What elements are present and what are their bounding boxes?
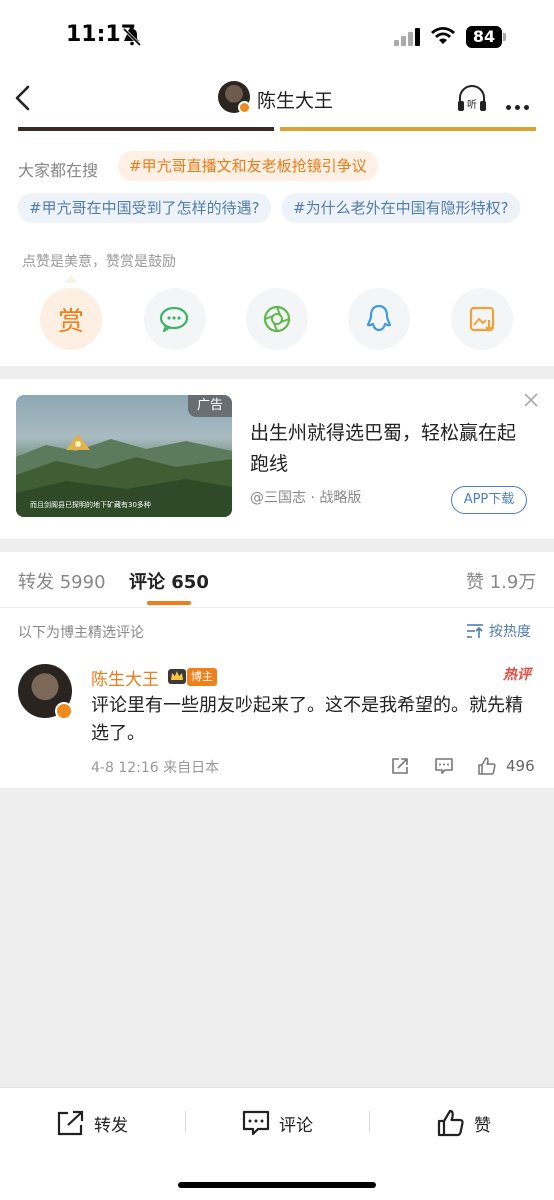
trending-tag[interactable]: #甲亢哥在中国受到了怎样的待遇?	[18, 193, 271, 223]
reward-caret	[64, 276, 78, 283]
repost-icon	[57, 1110, 84, 1136]
trending-tag-hot[interactable]: #甲亢哥直播文和友老板抢镜引争议	[118, 151, 378, 181]
repost-button[interactable]: 转发	[56, 1108, 128, 1138]
ad-badge: 广告	[188, 395, 232, 417]
share-wechat-button[interactable]	[144, 288, 206, 350]
ad-image-caption: 而且剑阁县已探明的地下矿藏有30多种	[30, 501, 151, 509]
more-options-icon[interactable]	[506, 95, 533, 114]
back-icon[interactable]	[12, 84, 36, 112]
battery-icon: 84	[466, 26, 502, 48]
share-icon[interactable]	[390, 756, 410, 776]
thumb-up-icon	[437, 1109, 464, 1137]
ad-source[interactable]: @三国志 · 战略版	[250, 487, 361, 507]
comment-author-name[interactable]: 陈生大王	[91, 665, 159, 690]
post-image-right[interactable]	[280, 127, 536, 131]
qq-icon	[366, 304, 392, 332]
comment-meta: 4-8 12:16 来自日本	[91, 760, 220, 776]
share-moments-button[interactable]	[246, 288, 308, 350]
comment-icon	[242, 1110, 270, 1136]
selected-comments-hint: 以下为博主精选评论	[18, 625, 144, 641]
home-indicator[interactable]	[178, 1182, 376, 1188]
tab-repost[interactable]: 转发 5990	[18, 568, 106, 594]
comment-button[interactable]: 评论	[241, 1108, 313, 1138]
reward-button[interactable]: 赏	[40, 288, 102, 350]
comment-text: 评论里有一些朋友吵起来了。这不是我希望的。就先精选了。	[91, 695, 523, 744]
signal-icon	[394, 27, 422, 46]
ad-game-logo	[66, 434, 90, 450]
trending-tag[interactable]: #为什么老外在中国有隐形特权?	[282, 193, 520, 223]
reply-icon[interactable]	[434, 756, 454, 776]
owner-badge: 博主	[187, 668, 217, 686]
save-image-button[interactable]	[451, 288, 513, 350]
battery-tip	[503, 33, 506, 41]
divider	[0, 607, 554, 608]
moments-icon	[263, 305, 291, 333]
nav-title[interactable]: 陈生大王	[257, 86, 333, 113]
hot-comment-badge: 热评	[503, 667, 531, 683]
verified-badge-icon	[55, 702, 73, 720]
tab-like[interactable]: 赞 1.9万	[466, 568, 536, 594]
verified-badge-icon	[238, 101, 251, 114]
trending-search-label: 大家都在搜	[18, 161, 99, 180]
repost-label: 转发	[94, 1115, 128, 1136]
reward-label: 赏	[57, 306, 84, 337]
divider	[369, 1111, 370, 1133]
post-image-left[interactable]	[18, 127, 274, 131]
thumb-up-icon[interactable]	[477, 756, 497, 776]
vip-crown-icon	[168, 669, 186, 684]
sort-icon[interactable]	[466, 623, 484, 639]
like-label: 赞	[474, 1115, 491, 1136]
comment-like-count: 496	[506, 757, 535, 775]
mute-bell-icon	[122, 27, 142, 47]
wechat-icon	[159, 306, 189, 333]
listen-headphones-icon[interactable]: 听	[456, 84, 488, 114]
divider	[185, 1111, 186, 1133]
like-button[interactable]: 赞	[436, 1108, 491, 1138]
ad-download-button[interactable]: APP下载	[451, 486, 527, 514]
close-icon[interactable]	[523, 392, 539, 408]
svg-text:听: 听	[467, 99, 477, 111]
wifi-icon	[431, 27, 455, 44]
tab-active-indicator	[147, 601, 191, 605]
ad-title[interactable]: 出生州就得选巴蜀，轻松赢在起跑线	[250, 418, 530, 480]
tab-comment[interactable]: 评论 650	[129, 568, 209, 594]
sort-by-hot-button[interactable]: 按热度	[489, 621, 531, 641]
comment-label: 评论	[279, 1115, 313, 1136]
save-image-icon	[469, 306, 495, 332]
share-qq-button[interactable]	[348, 288, 410, 350]
reward-hint: 点赞是美意，赞赏是鼓励	[22, 254, 176, 270]
